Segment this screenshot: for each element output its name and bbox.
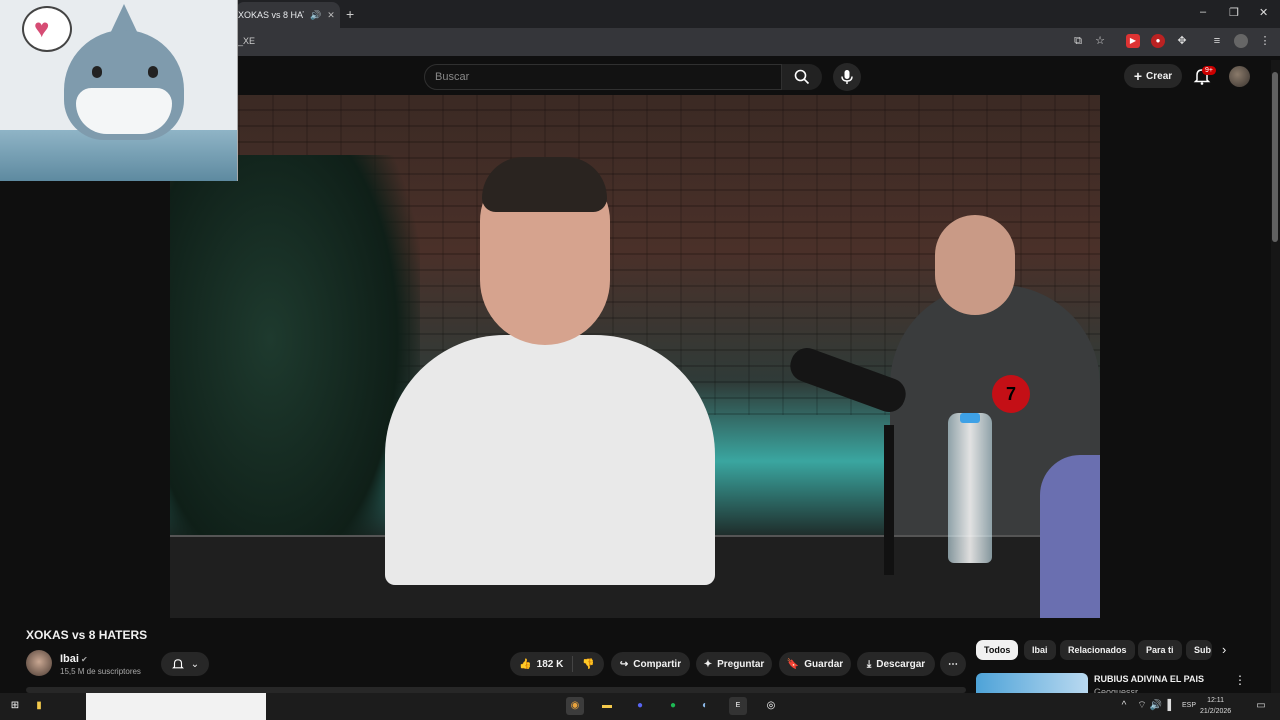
account-avatar[interactable] — [1229, 66, 1250, 87]
search-input[interactable]: Buscar — [424, 64, 782, 90]
channel-avatar[interactable] — [26, 650, 52, 676]
chip-todos[interactable]: Todos — [976, 640, 1019, 660]
browser-menu-icon[interactable]: ⋮ — [1258, 34, 1272, 48]
extensions-puzzle-icon[interactable]: ✥ — [1175, 34, 1189, 48]
clock-time: 12:11 — [1207, 697, 1225, 704]
search-button[interactable] — [782, 64, 822, 90]
bell-icon — [171, 659, 184, 669]
chip-subidos[interactable]: Sub — [1186, 640, 1212, 660]
language-indicator[interactable]: ESP — [1182, 702, 1196, 709]
bookmark-star-icon[interactable]: ☆ — [1093, 34, 1107, 48]
minimize-button[interactable]: – — [1200, 6, 1206, 18]
water-bottle — [948, 413, 992, 563]
install-icon[interactable]: ⧉ — [1071, 34, 1085, 48]
shark-eye — [148, 66, 158, 78]
notifications-badge: 9+ — [1202, 66, 1216, 75]
steam-icon[interactable]: ◐ — [696, 697, 714, 715]
thumbs-up-icon[interactable]: 👍 — [519, 659, 531, 670]
related-video-menu-icon[interactable]: ⋮ — [1234, 673, 1246, 687]
shark-eye — [92, 66, 102, 78]
voice-search-button[interactable] — [833, 63, 861, 91]
related-video-thumbnail[interactable] — [976, 673, 1088, 695]
more-actions-button[interactable]: ⋯ — [940, 652, 966, 676]
create-button[interactable]: + Crear — [1124, 64, 1182, 88]
discord-icon[interactable]: ● — [631, 697, 649, 715]
address-text[interactable]: _XE — [238, 36, 255, 46]
foreground-arm — [1040, 455, 1100, 618]
profile-icon[interactable] — [1234, 34, 1248, 48]
thumbs-down-icon[interactable]: 👎 — [582, 659, 594, 670]
file-icon[interactable]: ▮ — [30, 697, 48, 715]
background-person-head — [935, 215, 1015, 315]
browser-tab[interactable]: XOKAS vs 8 HATERS 🔊 ✕ — [236, 2, 340, 28]
scrollbar-thumb[interactable] — [1272, 72, 1278, 242]
heart-icon: ♥ — [34, 13, 50, 43]
like-count: 182 K — [536, 658, 564, 670]
bookmark-icon: 🔖 — [786, 658, 800, 670]
microphone-stand — [884, 425, 894, 575]
mic-tray-icon[interactable]: ▌ — [1162, 697, 1180, 715]
ask-label: Preguntar — [717, 658, 765, 670]
shark-overlay-image: ♥ — [0, 0, 238, 181]
chevron-down-icon: ⌄ — [190, 658, 200, 670]
extension-icon[interactable]: ● — [1151, 34, 1165, 48]
new-tab-button[interactable]: + — [346, 6, 354, 22]
notification-center-icon[interactable]: ▭ — [1252, 697, 1270, 715]
like-dislike-group[interactable]: 👍 182 K 👎 — [510, 652, 604, 676]
verified-icon: ✔ — [81, 655, 88, 664]
media-control-icon[interactable]: ≡ — [1210, 34, 1224, 48]
clock[interactable]: 12:11 21/2/2026 — [1200, 695, 1231, 717]
download-icon: ⤓ — [866, 658, 872, 670]
save-label: Guardar — [804, 658, 844, 670]
channel-name[interactable]: Ibai — [60, 653, 79, 665]
divider — [572, 656, 574, 672]
chevron-right-icon[interactable]: › — [1222, 642, 1226, 657]
sparkle-icon: ✦ — [703, 658, 713, 670]
subscription-bell-button[interactable]: ⌄ — [161, 652, 209, 676]
create-label: Crear — [1146, 70, 1173, 82]
tray-chevron-icon[interactable]: ^ — [1115, 697, 1133, 715]
download-button[interactable]: ⤓ Descargar — [857, 652, 935, 676]
chrome-icon[interactable]: ◉ — [566, 697, 584, 715]
share-button[interactable]: ↪ Compartir — [611, 652, 690, 676]
main-person-hair — [482, 157, 607, 212]
search-icon — [794, 69, 810, 85]
close-window-button[interactable]: ✕ — [1259, 6, 1268, 19]
ask-button[interactable]: ✦ Preguntar — [696, 652, 772, 676]
file-explorer-icon[interactable]: ▬ — [598, 697, 616, 715]
subscriber-count: 15,5 M de suscriptores — [60, 667, 141, 676]
chip-relacionados[interactable]: Relacionados — [1060, 640, 1135, 660]
share-label: Compartir — [633, 658, 682, 670]
extension-icon[interactable]: ▶ — [1126, 34, 1140, 48]
speaker-icon[interactable]: 🔊 — [310, 10, 321, 21]
epic-games-icon[interactable]: E — [729, 697, 747, 715]
video-title: XOKAS vs 8 HATERS — [26, 628, 148, 642]
video-player[interactable]: 7 — [170, 95, 1100, 618]
app-icon[interactable]: ◎ — [762, 697, 780, 715]
spotify-icon[interactable]: ● — [664, 697, 682, 715]
plus-icon: + — [1133, 68, 1143, 84]
clock-date: 21/2/2026 — [1200, 708, 1232, 715]
chip-para-ti[interactable]: Para ti — [1138, 640, 1182, 660]
related-video-title[interactable]: RUBIUS ADIVINA EL PAIS — [1094, 674, 1224, 684]
taskbar-search-box[interactable] — [86, 693, 266, 720]
tab-title: XOKAS vs 8 HATERS — [238, 10, 304, 20]
download-label: Descargar — [876, 658, 926, 670]
start-icon[interactable]: ⊞ — [6, 697, 24, 715]
contestant-number-badge: 7 — [992, 375, 1030, 413]
shark-belly — [76, 88, 172, 134]
restore-button[interactable]: ❐ — [1229, 6, 1239, 19]
microphone-icon — [841, 70, 853, 84]
tab-close-icon[interactable]: ✕ — [327, 10, 335, 21]
chip-ibai[interactable]: Ibai — [1024, 640, 1056, 660]
bottle-cap — [960, 413, 980, 423]
share-icon: ↪ — [619, 658, 629, 670]
main-person-shirt — [385, 335, 715, 585]
more-icon: ⋯ — [948, 658, 958, 670]
save-button[interactable]: 🔖 Guardar — [779, 652, 851, 676]
